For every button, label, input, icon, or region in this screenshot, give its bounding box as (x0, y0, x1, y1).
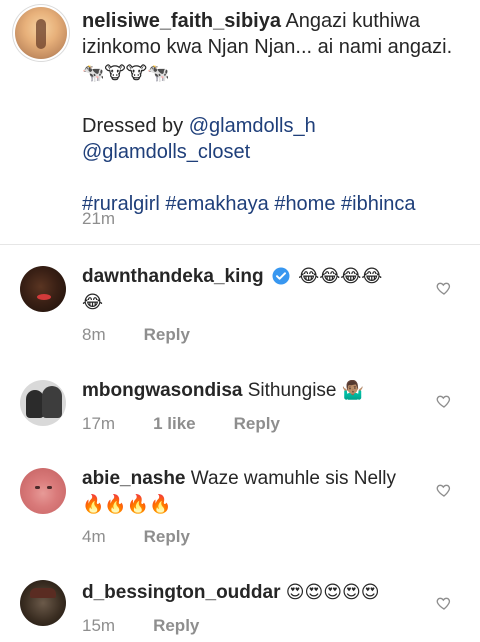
heart-outline-icon[interactable] (436, 595, 452, 611)
comment-meta: 4m Reply (82, 527, 228, 547)
reply-button[interactable]: Reply (153, 616, 199, 635)
comment-emojis: 🤷🏽‍♂️ (341, 380, 365, 401)
commenter-username[interactable]: d_bessington_ouddar (82, 582, 280, 603)
heart-outline-icon[interactable] (436, 280, 452, 296)
comment-meta: 17m 1 like Reply (82, 414, 318, 434)
comment-meta: 8m Reply (82, 325, 228, 345)
commenter-avatar[interactable] (20, 580, 66, 626)
comment-text: mbongwasondisa Sithungise 🤷🏽‍♂️ (82, 378, 422, 404)
mention-glamdolls-closet[interactable]: @glamdolls_closet (82, 141, 250, 163)
author-avatar[interactable] (15, 7, 67, 59)
comment-meta: 15m Reply (82, 616, 237, 636)
verified-badge-icon (272, 267, 290, 285)
reply-button[interactable]: Reply (144, 325, 190, 344)
reply-button[interactable]: Reply (234, 414, 280, 433)
commenter-username[interactable]: abie_nashe (82, 468, 186, 489)
comment-emojis: 🔥🔥🔥🔥 (82, 494, 172, 515)
author-username[interactable]: nelisiwe_faith_sibiya (82, 10, 281, 32)
comment-text: d_bessington_ouddar 😍😍😍😍😍 (82, 580, 422, 606)
divider (0, 244, 480, 245)
comment-item: abie_nashe Waze wamuhle sis Nelly 🔥🔥🔥🔥 4… (0, 462, 480, 562)
comment-timestamp: 4m (82, 527, 106, 546)
comment-item: mbongwasondisa Sithungise 🤷🏽‍♂️ 17m 1 lik… (0, 372, 480, 452)
comment-text: abie_nashe Waze wamuhle sis Nelly 🔥🔥🔥🔥 (82, 466, 422, 518)
comment-timestamp: 17m (82, 414, 116, 433)
commenter-username[interactable]: dawnthandeka_king (82, 266, 264, 287)
comment-timestamp: 15m (82, 616, 116, 635)
dressed-by-label: Dressed by (82, 115, 189, 137)
caption-text: nelisiwe_faith_sibiya Angazi kuthiwa izi… (82, 8, 467, 217)
comment-text: dawnthandeka_king 😂😂😂😂 😂 (82, 264, 422, 316)
comment-item: dawnthandeka_king 😂😂😂😂 😂 8m Reply (0, 260, 480, 360)
comment-body: Waze wamuhle sis Nelly (185, 468, 396, 489)
commenter-avatar[interactable] (20, 266, 66, 312)
mention-glamdolls-h[interactable]: @glamdolls_h (189, 115, 316, 137)
commenter-username[interactable]: mbongwasondisa (82, 380, 242, 401)
comment-like-count[interactable]: 1 like (153, 414, 196, 433)
comment-item: d_bessington_ouddar 😍😍😍😍😍 15m Reply (0, 574, 480, 642)
comment-emojis: 😂😂😂😂 (298, 266, 383, 287)
post-caption: nelisiwe_faith_sibiya Angazi kuthiwa izi… (0, 0, 480, 245)
comment-emojis-line2: 😂 (82, 292, 104, 313)
caption-timestamp: 21m (82, 209, 116, 228)
comment-body: Sithungise (242, 380, 342, 401)
commenter-avatar[interactable] (20, 468, 66, 514)
reply-button[interactable]: Reply (144, 527, 190, 546)
heart-outline-icon[interactable] (436, 482, 452, 498)
commenter-avatar[interactable] (20, 380, 66, 426)
heart-outline-icon[interactable] (436, 393, 452, 409)
caption-hashtags[interactable]: #ruralgirl #emakhaya #home #ibhinca (82, 193, 416, 215)
comment-timestamp: 8m (82, 325, 106, 344)
caption-emojis: 🐄🐮🐮🐄 (82, 63, 170, 84)
comment-emojis: 😍😍😍😍😍 (285, 582, 380, 603)
